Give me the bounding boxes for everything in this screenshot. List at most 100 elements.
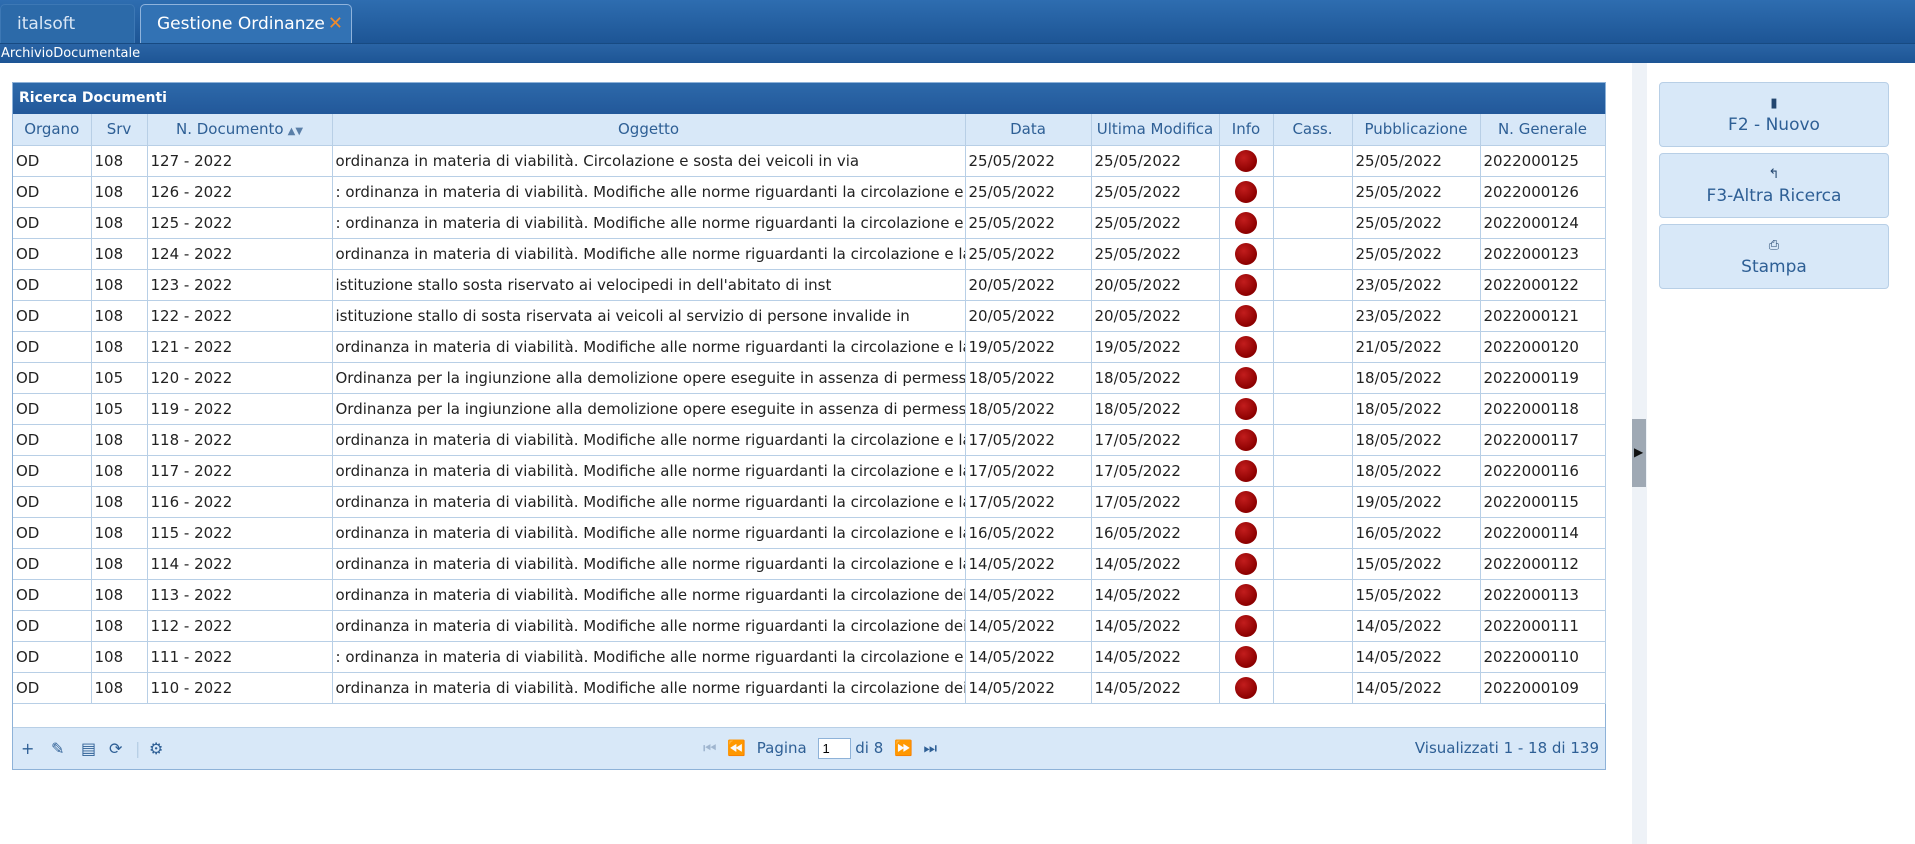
table-row[interactable]: OD 108 116 - 2022 ordinanza in materia di v… [13, 486, 1606, 518]
page-number-input[interactable] [817, 738, 851, 759]
column-header-srv[interactable]: Srv [91, 114, 148, 146]
last-page-icon[interactable]: ⏭ [924, 739, 938, 757]
refresh-icon[interactable]: ⟳ [109, 739, 122, 758]
column-header-info[interactable]: Info [1219, 114, 1274, 146]
status-dot-icon[interactable] [1235, 614, 1257, 637]
status-dot-icon[interactable] [1235, 552, 1257, 575]
cell-ultima-modifica: 19/05/2022 [1091, 331, 1220, 363]
status-dot-icon[interactable] [1235, 490, 1257, 513]
cell-ultima-modifica: 18/05/2022 [1091, 393, 1220, 425]
cell-oggetto: ordinanza in materia di viabilità. Modif… [332, 517, 966, 549]
gear-icon[interactable]: ⚙ [149, 739, 163, 758]
column-header-n-documento[interactable]: N. Documento ▲▼ [147, 114, 333, 146]
cell-n-generale: 2022000125 [1480, 145, 1606, 177]
next-page-icon[interactable]: ⏩ [894, 739, 913, 757]
cell-n-documento: 120 - 2022 [147, 362, 333, 394]
cell-info [1219, 145, 1274, 177]
column-header-oggetto[interactable]: Oggetto [332, 114, 966, 146]
status-dot-icon[interactable] [1235, 335, 1257, 358]
status-dot-icon[interactable] [1235, 149, 1257, 172]
cell-data: 25/05/2022 [965, 145, 1092, 177]
status-dot-icon[interactable] [1235, 459, 1257, 482]
status-dot-icon[interactable] [1235, 583, 1257, 606]
status-dot-icon[interactable] [1235, 428, 1257, 451]
status-dot-icon[interactable] [1235, 273, 1257, 296]
table-row[interactable]: OD 108 124 - 2022 ordinanza in materia di v… [13, 238, 1606, 270]
status-dot-icon[interactable] [1235, 397, 1257, 420]
table-row[interactable]: OD 108 117 - 2022 ordinanza in materia di v… [13, 455, 1606, 487]
export-icon[interactable]: ▤ [81, 739, 96, 758]
cell-ultima-modifica: 17/05/2022 [1091, 455, 1220, 487]
cell-n-documento: 122 - 2022 [147, 300, 333, 332]
status-dot-icon[interactable] [1235, 645, 1257, 668]
cell-pubblicazione: 16/05/2022 [1352, 517, 1481, 549]
cell-pubblicazione: 21/05/2022 [1352, 331, 1481, 363]
column-header-data[interactable]: Data [965, 114, 1092, 146]
table-row[interactable]: OD 108 122 - 2022 istituzione stallo di sos… [13, 300, 1606, 332]
cell-ultima-modifica: 14/05/2022 [1091, 548, 1220, 580]
other-search-button[interactable]: ↰ F3-Altra Ricerca [1659, 153, 1889, 218]
cell-organo: OD [13, 238, 92, 270]
cell-data: 25/05/2022 [965, 207, 1092, 239]
cell-cass [1273, 548, 1353, 580]
table-row[interactable]: OD 108 125 - 2022: ordinanza in materia di… [13, 207, 1606, 239]
status-dot-icon[interactable] [1235, 304, 1257, 327]
cell-organo: OD [13, 300, 92, 332]
table-row[interactable]: OD 108 126 - 2022: ordinanza in materia di… [13, 176, 1606, 208]
pager-navigation: ⏮ ⏪ Pagina di 8 ⏩ ⏭ [703, 738, 943, 759]
cell-data: 17/05/2022 [965, 424, 1092, 456]
cell-srv: 108 [91, 641, 148, 673]
status-dot-icon[interactable] [1235, 521, 1257, 544]
cell-pubblicazione: 18/05/2022 [1352, 362, 1481, 394]
column-header-n-generale[interactable]: N. Generale [1480, 114, 1606, 146]
edit-icon[interactable]: ✎ [51, 739, 64, 758]
tab-italsoft-home[interactable]: italsoft Home [0, 4, 135, 72]
status-dot-icon[interactable] [1235, 242, 1257, 265]
table-row[interactable]: OD 105 120 - 2022 Ordinanza per la ingiunzi… [13, 362, 1606, 394]
table-row[interactable]: OD 108 115 - 2022 ordinanza in materia di v… [13, 517, 1606, 549]
arrow-right-icon[interactable]: ▶ [1634, 445, 1643, 459]
cell-ultima-modifica: 17/05/2022 [1091, 424, 1220, 456]
column-header-organo[interactable]: Organo [13, 114, 92, 146]
print-button[interactable]: ⎙ Stampa [1659, 224, 1889, 289]
cell-n-documento: 119 - 2022 [147, 393, 333, 425]
cell-pubblicazione: 15/05/2022 [1352, 548, 1481, 580]
cell-cass [1273, 486, 1353, 518]
pager-info: Visualizzati 1 - 18 di 139 [1414, 739, 1599, 757]
table-row[interactable]: OD 108 111 - 2022: ordinanza in materia di… [13, 641, 1606, 673]
table-row[interactable]: OD 108 121 - 2022 ordinanza in materia di v… [13, 331, 1606, 363]
table-row[interactable]: OD 108 110 - 2022 ordinanza in materia di v… [13, 672, 1606, 704]
cell-organo: OD [13, 424, 92, 456]
page-label: Pagina [756, 739, 807, 757]
table-row[interactable]: OD 108 118 - 2022 ordinanza in materia di v… [13, 424, 1606, 456]
table-row[interactable]: OD 105 119 - 2022 Ordinanza per la ingiunzi… [13, 393, 1606, 425]
cell-oggetto: istituzione stallo di sosta riservata ai… [332, 300, 966, 332]
status-dot-icon[interactable] [1235, 366, 1257, 389]
cell-oggetto: ordinanza in materia di viabilità. Modif… [332, 548, 966, 580]
cell-data: 25/05/2022 [965, 176, 1092, 208]
status-dot-icon[interactable] [1235, 676, 1257, 699]
page-count: di 8 [855, 739, 884, 757]
table-row[interactable]: OD 108 123 - 2022 istituzione stallo sosta … [13, 269, 1606, 301]
add-icon[interactable]: + [21, 739, 34, 758]
status-dot-icon[interactable] [1235, 180, 1257, 203]
cell-srv: 108 [91, 424, 148, 456]
new-button[interactable]: ▮ F2 - Nuovo [1659, 82, 1889, 147]
column-header-cass[interactable]: Cass. [1273, 114, 1353, 146]
cell-organo: OD [13, 145, 92, 177]
table-row[interactable]: OD 108 112 - 2022 ordinanza in materia di v… [13, 610, 1606, 642]
status-dot-icon[interactable] [1235, 211, 1257, 234]
cell-cass [1273, 145, 1353, 177]
table-row[interactable]: OD 108 114 - 2022 ordinanza in materia di v… [13, 548, 1606, 580]
previous-page-icon[interactable]: ⏪ [727, 739, 746, 757]
table-row[interactable]: OD 108 113 - 2022 ordinanza in materia di v… [13, 579, 1606, 611]
cell-n-generale: 2022000109 [1480, 672, 1606, 704]
cell-data: 17/05/2022 [965, 486, 1092, 518]
column-header-ultima-modifica[interactable]: Ultima Modifica [1091, 114, 1220, 146]
table-row[interactable]: OD 108 127 - 2022 ordinanza in materia di v… [13, 145, 1606, 177]
cell-n-documento: 123 - 2022 [147, 269, 333, 301]
first-page-icon[interactable]: ⏮ [703, 739, 717, 757]
tab-gestione-ordinanze[interactable]: Gestione Ordinanze ✕ [140, 4, 352, 43]
close-icon[interactable]: ✕ [328, 5, 343, 43]
column-header-pubblicazione[interactable]: Pubblicazione [1352, 114, 1481, 146]
